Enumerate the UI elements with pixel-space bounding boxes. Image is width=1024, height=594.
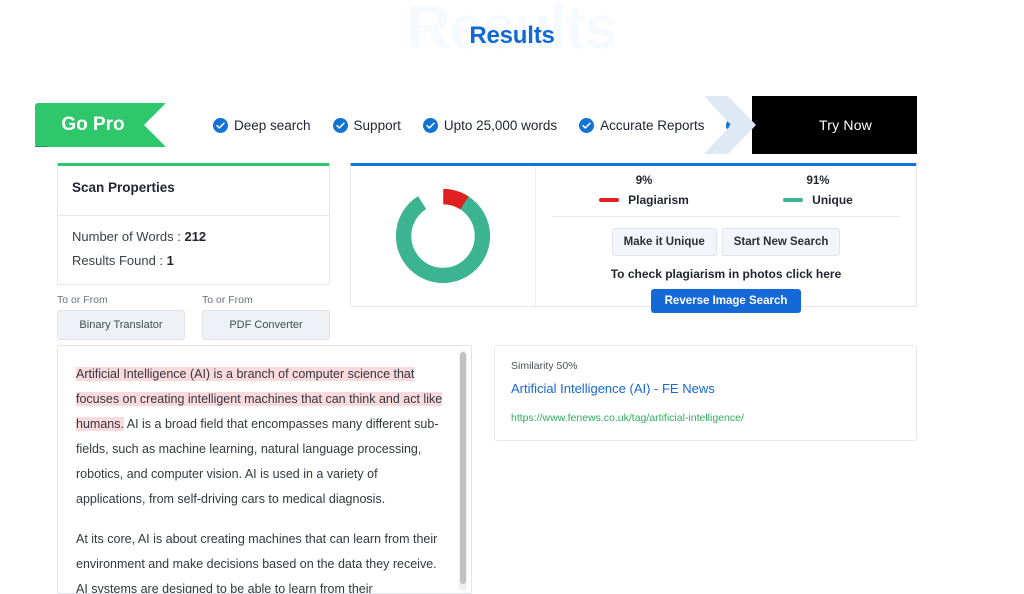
legend-unique: 91% Unique bbox=[783, 175, 853, 207]
donut-segment-unique bbox=[395, 188, 491, 284]
pdf-converter-button[interactable]: PDF Converter bbox=[202, 310, 330, 340]
check-circle-icon bbox=[422, 117, 438, 133]
scanned-text-panel: Artificial Intelligence (AI) is a branch… bbox=[57, 345, 472, 594]
chart-legend: 9% Plagiarism 91% Unique bbox=[552, 175, 900, 217]
binary-translator-group: To or From Binary Translator bbox=[57, 294, 185, 340]
plagiarism-summary-panel: 9% Plagiarism 91% Unique Make it Unique … bbox=[350, 163, 917, 313]
check-circle-icon bbox=[213, 117, 228, 133]
reverse-image-search-button[interactable]: Reverse Image Search bbox=[650, 289, 802, 313]
results-found-label: Results Found : bbox=[72, 253, 167, 268]
scan-properties-card: Scan Properties Number of Words : 212 Re… bbox=[57, 163, 330, 285]
legend-label-unique: Unique bbox=[812, 193, 853, 207]
scanned-paragraph-1-rest: AI is a broad field that encompasses man… bbox=[76, 417, 439, 506]
legend-key-unique: Unique bbox=[783, 193, 853, 207]
word-count-value: 212 bbox=[184, 229, 207, 244]
pro-feature-accurate-reports: Accurate Reports bbox=[579, 117, 705, 133]
photo-plagiarism-note: To check plagiarism in photos click here bbox=[610, 267, 842, 281]
text-scrollbar[interactable] bbox=[459, 350, 467, 591]
start-new-search-button[interactable]: Start New Search bbox=[721, 228, 841, 256]
legend-label-plagiarism: Plagiarism bbox=[628, 193, 689, 207]
word-count-row: Number of Words : 212 bbox=[72, 229, 315, 244]
check-circle-icon bbox=[332, 117, 348, 133]
try-now-label: Try Now bbox=[819, 117, 872, 133]
word-count-label: Number of Words : bbox=[72, 229, 185, 244]
plagiarism-donut-chart bbox=[351, 166, 536, 306]
plagiarism-percent: 9% bbox=[635, 175, 653, 187]
donut-chart-svg bbox=[395, 188, 491, 284]
page-title: Results bbox=[469, 22, 555, 49]
legend-key-plagiarism: Plagiarism bbox=[599, 193, 689, 207]
pro-feature-label: Accurate Reports bbox=[600, 117, 705, 133]
pro-feature-label: Upto 25,000 words bbox=[443, 117, 558, 133]
tool-shortcuts: To or From Binary Translator To or From … bbox=[57, 294, 330, 340]
plagiarism-action-buttons: Make it Unique Start New Search bbox=[552, 228, 900, 256]
scanned-paragraph-2: At its core, AI is about creating machin… bbox=[76, 532, 438, 593]
match-result-url-link[interactable]: https://www.fenews.co.uk/tag/artificial-… bbox=[511, 412, 900, 424]
check-circle-icon bbox=[579, 117, 595, 133]
try-now-button[interactable]: Try Now bbox=[704, 96, 917, 154]
match-result-item: Similarity 50% Artificial Intelligence (… bbox=[494, 345, 917, 441]
pro-feature-label: Deep search bbox=[234, 117, 311, 133]
make-it-unique-button[interactable]: Make it Unique bbox=[611, 228, 717, 256]
legend-swatch-plagiarism bbox=[599, 198, 620, 202]
pro-feature-deep-search: Deep search bbox=[213, 117, 311, 133]
summary-row: Scan Properties Number of Words : 212 Re… bbox=[57, 163, 917, 340]
results-found-value: 1 bbox=[166, 253, 174, 268]
content-row: Artificial Intelligence (AI) is a branch… bbox=[57, 345, 917, 594]
scan-properties-title: Scan Properties bbox=[58, 166, 329, 216]
binary-translator-caption: To or From bbox=[57, 294, 108, 306]
match-results-panel: Similarity 50% Artificial Intelligence (… bbox=[494, 345, 917, 594]
scanned-text-scroll-area[interactable]: Artificial Intelligence (AI) is a branch… bbox=[58, 346, 471, 593]
legend-swatch-unique bbox=[783, 198, 804, 202]
scanned-paragraph-1: Artificial Intelligence (AI) is a branch… bbox=[76, 362, 443, 512]
pdf-converter-group: To or From PDF Converter bbox=[202, 294, 330, 340]
unique-percent: 91% bbox=[806, 175, 830, 187]
ribbon-fold-tab bbox=[35, 146, 47, 147]
scan-properties-panel: Scan Properties Number of Words : 212 Re… bbox=[57, 163, 330, 340]
legend-plagiarism: 9% Plagiarism bbox=[599, 175, 689, 207]
binary-translator-button[interactable]: Binary Translator bbox=[57, 310, 185, 340]
pro-feature-label: Support bbox=[353, 117, 401, 133]
pro-feature-word-limit: Upto 25,000 words bbox=[422, 117, 558, 133]
text-scrollbar-thumb[interactable] bbox=[460, 352, 466, 584]
scan-properties-body: Number of Words : 212 Results Found : 1 bbox=[58, 216, 329, 284]
similarity-label: Similarity 50% bbox=[511, 360, 578, 372]
match-result-title-link[interactable]: Artificial Intelligence (AI) - FE News bbox=[511, 381, 900, 396]
results-page: Results Results Go Pro Deep search Suppo… bbox=[0, 0, 1024, 594]
page-header: Results Results bbox=[0, 0, 1024, 72]
go-pro-ribbon[interactable]: Go Pro bbox=[35, 103, 165, 147]
go-pro-banner: Go Pro Deep search Support Upto 25,000 w… bbox=[35, 96, 917, 154]
plagiarism-details: 9% Plagiarism 91% Unique Make it Unique … bbox=[536, 166, 916, 313]
pro-feature-support: Support bbox=[332, 117, 401, 133]
results-found-row: Results Found : 1 bbox=[72, 253, 315, 268]
go-pro-label: Go Pro bbox=[61, 114, 125, 135]
pdf-converter-caption: To or From bbox=[202, 294, 253, 306]
